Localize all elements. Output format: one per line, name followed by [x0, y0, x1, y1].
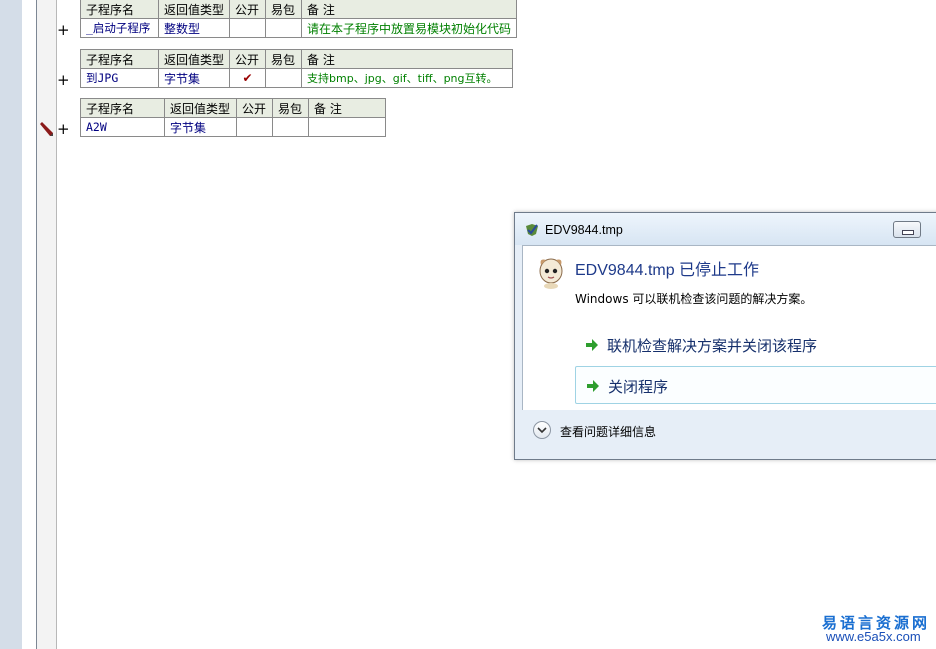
cell-public[interactable] — [229, 18, 267, 38]
header-name: 子程序名 — [80, 98, 165, 118]
cell-note[interactable]: 支持bmp、jpg、gif、tiff、png互转。 — [301, 68, 514, 88]
header-public: 公开 — [229, 0, 267, 19]
green-arrow-icon — [587, 380, 599, 392]
cell-public[interactable]: ✔ — [229, 68, 267, 88]
green-arrow-icon — [586, 339, 598, 351]
shield-app-icon — [526, 224, 538, 236]
check-online-option[interactable]: 联机检查解决方案并关闭该程序 — [575, 326, 936, 364]
header-epkg: 易包 — [265, 0, 303, 19]
cartoon-app-icon — [539, 258, 563, 289]
dialog-title: EDV9844.tmp — [545, 223, 623, 237]
cell-name[interactable]: A2W — [80, 117, 165, 137]
crash-dialog: EDV9844.tmp EDV9844.tmp 已停止工作 Windows 可以… — [514, 212, 936, 460]
cell-name[interactable]: 到JPG — [80, 68, 159, 88]
watermark-url: www.e5a5x.com — [826, 629, 921, 644]
gutter-divider — [56, 0, 57, 649]
cell-return-type[interactable]: 整数型 — [157, 18, 231, 38]
left-gutter — [0, 0, 22, 649]
header-public: 公开 — [236, 98, 273, 118]
chevron-down-icon — [537, 427, 547, 434]
details-toggle-button[interactable] — [533, 421, 551, 439]
gutter-margin — [22, 0, 36, 649]
minimize-button[interactable] — [893, 221, 921, 238]
subroutine-table-1: 子程序名 返回值类型 公开 易包 备 注 _启动子程序 整数型 请在本子程序中放… — [80, 0, 518, 38]
close-program-option[interactable]: 关闭程序 — [575, 366, 936, 404]
header-epkg: 易包 — [265, 49, 303, 69]
header-name: 子程序名 — [80, 0, 159, 19]
header-public: 公开 — [229, 49, 267, 69]
expand-toggle-2[interactable]: + — [57, 73, 70, 88]
details-label[interactable]: 查看问题详细信息 — [560, 423, 656, 440]
subroutine-table-2: 子程序名 返回值类型 公开 易包 备 注 到JPG 字节集 ✔ 支持bmp、jp… — [80, 49, 514, 88]
expand-toggle-3[interactable]: + — [57, 122, 70, 137]
header-note: 备 注 — [308, 98, 386, 118]
close-program-label: 关闭程序 — [608, 378, 669, 396]
cell-epkg[interactable] — [272, 117, 309, 137]
subroutine-table-3: 子程序名 返回值类型 公开 易包 备 注 A2W 字节集 — [80, 98, 386, 137]
cell-note[interactable] — [308, 117, 386, 137]
dialog-titlebar[interactable]: EDV9844.tmp — [515, 213, 936, 245]
header-return-type: 返回值类型 — [164, 98, 237, 118]
pencil-icon — [40, 122, 53, 136]
cell-epkg[interactable] — [265, 68, 303, 88]
gutter-marker-column — [37, 0, 56, 649]
dialog-footer: 查看问题详细信息 — [515, 410, 936, 458]
header-epkg: 易包 — [272, 98, 309, 118]
cell-epkg[interactable] — [265, 18, 303, 38]
dialog-heading: EDV9844.tmp 已停止工作 — [575, 262, 760, 279]
header-note: 备 注 — [301, 0, 518, 19]
cell-name[interactable]: _启动子程序 — [80, 18, 159, 38]
dialog-body: EDV9844.tmp 已停止工作 Windows 可以联机检查该问题的解决方案… — [522, 245, 936, 411]
check-online-label: 联机检查解决方案并关闭该程序 — [607, 337, 818, 355]
cell-public[interactable] — [236, 117, 273, 137]
cell-note[interactable]: 请在本子程序中放置易模块初始化代码 — [301, 18, 518, 38]
header-return-type: 返回值类型 — [157, 0, 231, 19]
header-name: 子程序名 — [80, 49, 159, 69]
header-return-type: 返回值类型 — [157, 49, 231, 69]
header-note: 备 注 — [301, 49, 514, 69]
expand-toggle-1[interactable]: + — [57, 23, 70, 38]
cell-return-type[interactable]: 字节集 — [164, 117, 237, 137]
cell-return-type[interactable]: 字节集 — [157, 68, 231, 88]
dialog-description: Windows 可以联机检查该问题的解决方案。 — [575, 292, 813, 306]
